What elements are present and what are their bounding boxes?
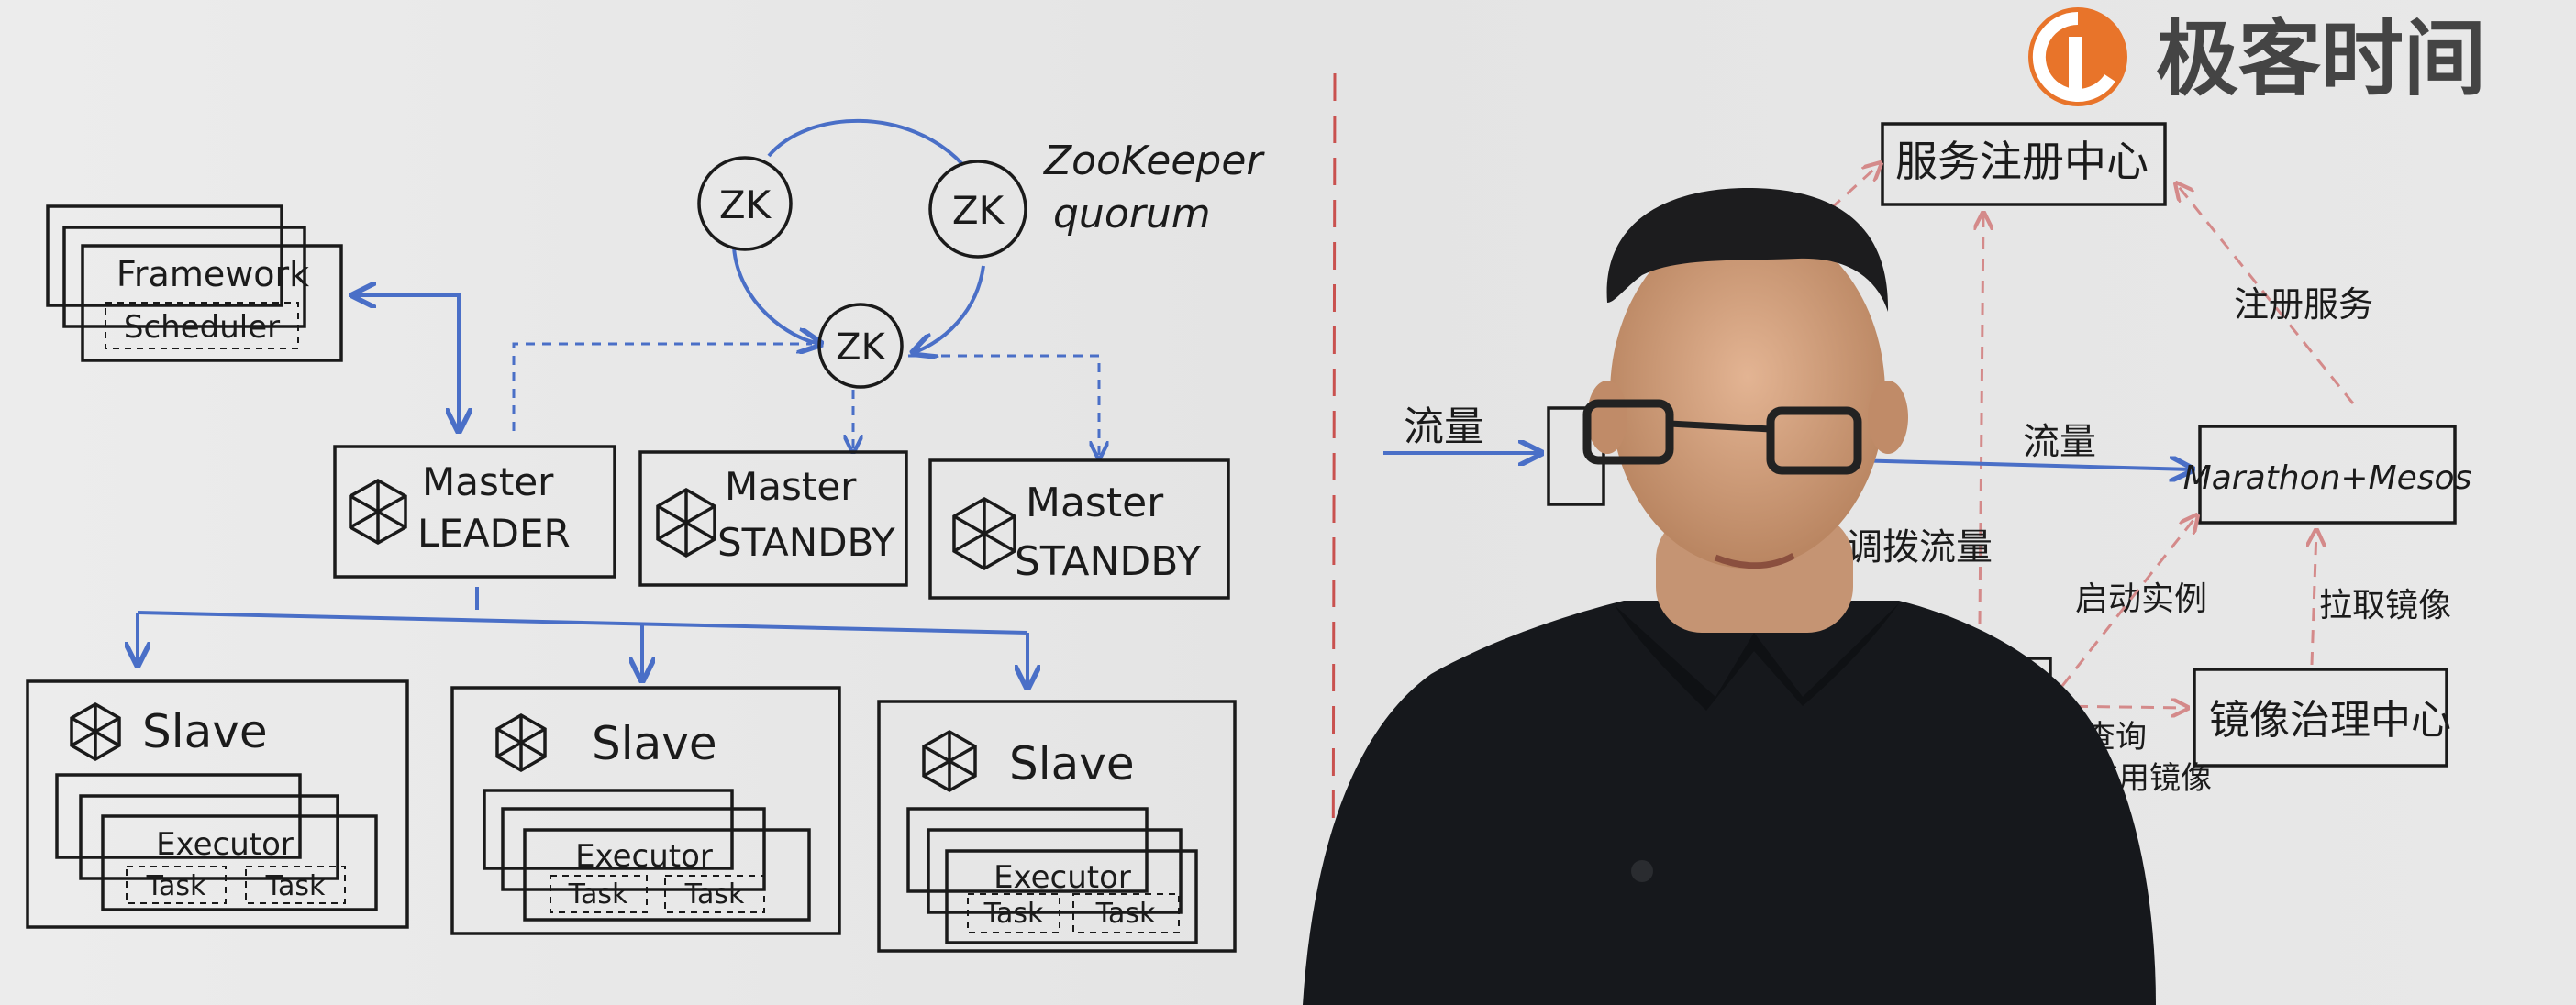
framework-title: Framework xyxy=(117,254,309,294)
master-leader: Master LEADER xyxy=(333,445,616,579)
geektime-logo: 极客时间 xyxy=(2028,7,2486,107)
zk-label-2: ZK xyxy=(952,188,1005,233)
framework-master-arrow xyxy=(349,293,459,431)
marathon-mesos: Marathon+Mesos xyxy=(2183,425,2472,525)
dispatch-traffic-label: 调拨流量 xyxy=(1846,526,1993,569)
zk-label-3: ZK xyxy=(836,326,886,369)
marathon-label: Marathon+Mesos xyxy=(2183,459,2472,497)
zookeeper-subtitle: quorum xyxy=(1053,191,1211,237)
master-standby-1-line1: Master xyxy=(725,464,857,509)
master-standby-2-line2: STANDBY xyxy=(1015,538,1201,585)
slave-3-task-2: Task xyxy=(1095,898,1156,930)
framework-box: Framework Scheduler xyxy=(46,204,343,362)
master-standby-2: Master STANDBY xyxy=(928,458,1230,600)
master-leader-line2: LEADER xyxy=(417,511,571,556)
traffic-mid-label: 流量 xyxy=(2023,421,2096,463)
slave-1-task-2: Task xyxy=(265,870,326,902)
architecture-diagram: ZK ZK ZK ZooKeeper quorum Framework Sche… xyxy=(26,7,2486,1005)
image-center: 镜像治理中心 xyxy=(2193,668,2451,768)
slave-3-task-1: Task xyxy=(983,898,1044,930)
slave-2-task-2: Task xyxy=(684,878,745,911)
start-instance-label: 启动实例 xyxy=(2075,580,2207,618)
master-standby-1: Master STANDBY xyxy=(638,450,908,587)
registry-label: 服务注册中心 xyxy=(1895,137,2149,186)
slave-2-task-1: Task xyxy=(568,878,628,911)
slave-3: Slave Executor Task Task xyxy=(877,700,1237,953)
slave-2: Slave Executor Task Task xyxy=(450,686,841,935)
logo-text: 极客时间 xyxy=(2156,11,2486,107)
scheduler-label: Scheduler xyxy=(124,309,280,346)
traffic-in-label: 流量 xyxy=(1404,403,1484,450)
master-leader-line1: Master xyxy=(422,459,554,504)
image-center-label: 镜像治理中心 xyxy=(2209,697,2451,744)
zookeeper-title: ZooKeeper xyxy=(1043,138,1265,184)
slave-2-title: Slave xyxy=(592,717,717,770)
slave-1-executor: Executor xyxy=(156,826,294,863)
pull-image-label: 拉取镜像 xyxy=(2319,587,2451,624)
register-service-label: 注册服务 xyxy=(2234,284,2373,325)
divider-line xyxy=(1331,72,1337,955)
registry-center: 服务注册中心 xyxy=(1881,122,2167,206)
slave-2-executor: Executor xyxy=(575,838,713,875)
zk-label-1: ZK xyxy=(719,182,772,227)
presenter xyxy=(1303,188,2156,1005)
zookeeper-quorum: ZK ZK ZK ZooKeeper quorum xyxy=(697,118,1265,389)
whiteboard: ZK ZK ZK ZooKeeper quorum Framework Sche… xyxy=(0,0,2576,1005)
slave-3-executor: Executor xyxy=(994,859,1131,896)
slave-1: Slave Executor Task Task xyxy=(26,679,409,929)
master-standby-2-line1: Master xyxy=(1026,480,1164,526)
slave-1-title: Slave xyxy=(142,705,268,758)
master-standby-1-line2: STANDBY xyxy=(717,520,895,565)
slave-3-title: Slave xyxy=(1009,737,1135,790)
slave-1-task-1: Task xyxy=(146,870,206,902)
